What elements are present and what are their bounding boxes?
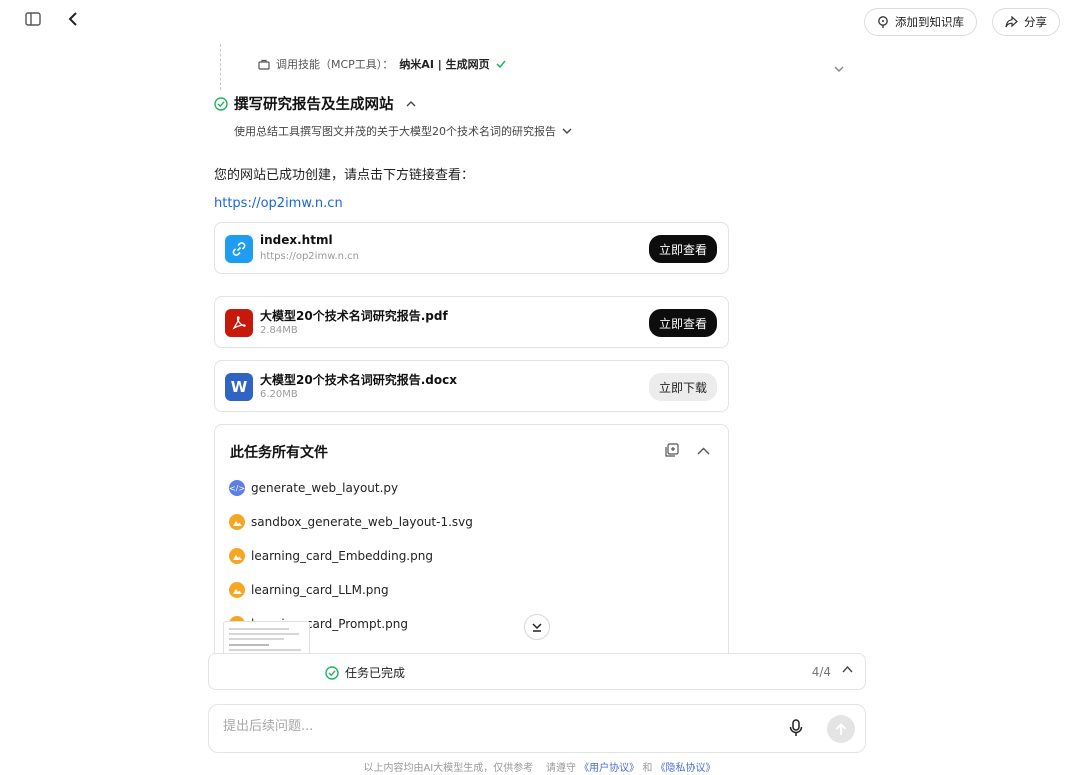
add-to-knowledge-button[interactable]: 添加到知识库 — [864, 8, 977, 36]
lightbulb-icon — [878, 15, 888, 28]
step-title[interactable]: 撰写研究报告及生成网站 — [214, 93, 416, 114]
disclaimer-middle: 请遵守 — [545, 763, 576, 774]
scroll-to-bottom-button[interactable] — [524, 614, 550, 640]
mcp-tool-name: 纳米AI | 生成网页 — [399, 58, 490, 71]
file-card-docx[interactable]: W 大模型20个技术名词研究报告.docx 6.20MB 立即下载 — [214, 360, 729, 412]
add-to-knowledge-label: 添加到知识库 — [895, 15, 964, 29]
file-name: index.html — [260, 233, 333, 247]
file-list-item[interactable]: sandbox_generate_web_layout-1.svg — [229, 514, 473, 530]
step-title-text: 撰写研究报告及生成网站 — [234, 97, 394, 113]
collapse-chevron-icon[interactable] — [697, 447, 710, 455]
image-file-icon — [229, 548, 245, 564]
chevron-up-icon[interactable] — [406, 100, 416, 107]
file-list-name: learning_card_LLM.png — [251, 583, 389, 597]
pdf-icon — [225, 309, 253, 337]
share-label: 分享 — [1024, 15, 1047, 29]
task-status: 任务已完成 — [325, 664, 405, 681]
image-file-icon — [229, 582, 245, 598]
file-name: 大模型20个技术名词研究报告.pdf — [260, 309, 448, 323]
user-agreement-link[interactable]: 《用户协议》 — [579, 763, 639, 774]
file-meta: 6.20MB — [260, 389, 298, 400]
file-list-item[interactable]: learning_card_Embedding.png — [229, 548, 433, 564]
mcp-expand-chevron-icon[interactable] — [834, 58, 844, 77]
task-progress-count: 4/4 — [811, 665, 831, 679]
code-file-icon: </> — [229, 480, 245, 496]
mcp-tool-call: 调用技能（MCP工具）： 纳米AI | 生成网页 — [258, 56, 506, 72]
file-list-name: sandbox_generate_web_layout-1.svg — [251, 515, 473, 529]
step-subtask[interactable]: 使用总结工具撰写图文并茂的关于大模型20个技术名词的研究报告 — [234, 123, 572, 139]
arrow-up-icon — [835, 722, 847, 735]
share-icon — [1005, 16, 1018, 28]
file-name: 大模型20个技术名词研究报告.docx — [260, 373, 457, 387]
result-message: 您的网站已成功创建，请点击下方链接查看： — [214, 168, 475, 183]
timeline-connector — [220, 44, 221, 90]
file-card-index[interactable]: index.html https://op2imw.n.cn 立即查看 — [214, 222, 729, 274]
word-icon: W — [225, 373, 253, 401]
download-button[interactable]: 立即下载 — [648, 373, 717, 401]
sidebar-toggle-icon[interactable] — [22, 8, 44, 30]
back-icon[interactable] — [62, 8, 84, 30]
follow-up-input[interactable] — [223, 719, 743, 734]
file-list-name: learning_card_Embedding.png — [251, 549, 433, 563]
check-icon — [496, 60, 506, 68]
image-file-icon — [229, 514, 245, 530]
privacy-agreement-link[interactable]: 《隐私协议》 — [656, 763, 716, 774]
disclaimer-and: 和 — [642, 763, 653, 774]
view-button[interactable]: 立即查看 — [648, 309, 717, 337]
disclaimer-footer: 以上内容均由AI大模型生成，仅供参考 请遵守 《用户协议》 和 《隐私协议》 — [0, 759, 1079, 774]
file-meta: 2.84MB — [260, 325, 298, 336]
file-card-pdf[interactable]: 大模型20个技术名词研究报告.pdf 2.84MB 立即查看 — [214, 296, 729, 348]
send-button[interactable] — [827, 715, 855, 743]
disclaimer-text: 以上内容均由AI大模型生成，仅供参考 — [363, 763, 534, 774]
step-subtask-text: 使用总结工具撰写图文并茂的关于大模型20个技术名词的研究报告 — [234, 125, 556, 138]
arrow-down-icon — [532, 623, 542, 632]
chevron-down-icon[interactable] — [562, 128, 572, 135]
toolbox-icon — [258, 59, 270, 70]
all-files-title: 此任务所有文件 — [230, 445, 328, 461]
website-link[interactable]: https://op2imw.n.cn — [214, 196, 343, 211]
file-list-item[interactable]: learning_card_LLM.png — [229, 582, 389, 598]
check-circle-icon — [325, 665, 339, 680]
copy-icon[interactable] — [664, 443, 679, 458]
task-status-text: 任务已完成 — [345, 666, 406, 680]
file-meta: https://op2imw.n.cn — [260, 251, 359, 262]
expand-chevron-icon[interactable] — [842, 665, 853, 673]
follow-up-input-box — [208, 704, 866, 753]
file-list-item[interactable]: </> generate_web_layout.py — [229, 480, 398, 496]
view-button[interactable]: 立即查看 — [648, 235, 717, 263]
task-status-bar[interactable]: 任务已完成 4/4 — [208, 653, 866, 690]
mcp-prefix: 调用技能（MCP工具）： — [276, 58, 394, 71]
link-icon — [225, 235, 253, 263]
check-circle-icon — [214, 96, 228, 111]
microphone-icon[interactable] — [789, 719, 803, 737]
share-button[interactable]: 分享 — [992, 8, 1060, 36]
file-list-name: generate_web_layout.py — [251, 481, 399, 495]
